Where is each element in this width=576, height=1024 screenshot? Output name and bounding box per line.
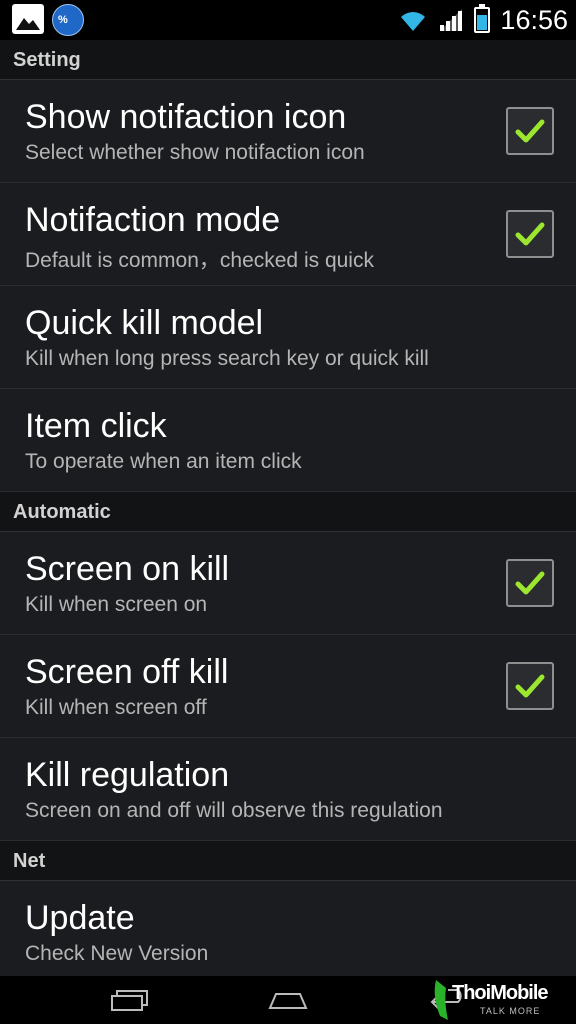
signal-icon bbox=[440, 9, 463, 31]
preference-summary: Screen on and off will observe this regu… bbox=[25, 799, 443, 822]
checkmark-icon bbox=[515, 571, 545, 595]
watermark-logo: ThoiMobile TALK MORE bbox=[430, 976, 570, 1024]
preference-title: Screen off kill bbox=[25, 653, 229, 691]
preference-summary: Select whether show notifaction icon bbox=[25, 141, 365, 164]
preference-summary: Default is common，checked is quick bbox=[25, 249, 374, 272]
wifi-icon bbox=[401, 12, 426, 31]
settings-list[interactable]: Setting Show notifaction icon Select wheth… bbox=[0, 40, 576, 976]
preference-item[interactable]: Screen off kill Kill when screen off bbox=[0, 635, 576, 738]
preference-title: Item click bbox=[25, 407, 167, 445]
preference-summary: Check New Version bbox=[25, 942, 209, 965]
preference-item[interactable]: Item click To operate when an item click bbox=[0, 389, 576, 492]
preference-title: Show notifaction icon bbox=[25, 98, 347, 136]
checkbox[interactable] bbox=[506, 107, 554, 155]
checkbox[interactable] bbox=[506, 210, 554, 258]
battery-icon bbox=[474, 4, 491, 33]
preference-summary: Kill when screen on bbox=[25, 593, 208, 616]
checkmark-icon bbox=[515, 119, 545, 143]
preference-item[interactable]: Show notifaction icon Select whether show… bbox=[0, 80, 576, 183]
checkmark-icon bbox=[515, 222, 545, 246]
system-icons: 16:56 bbox=[398, 4, 568, 36]
preference-title: Screen on kill bbox=[25, 550, 230, 588]
preference-title: Update bbox=[25, 899, 135, 937]
preference-summary: Kill when screen off bbox=[25, 696, 207, 719]
section-header: Net bbox=[0, 841, 576, 881]
preference-summary: Kill when long press search key or quick… bbox=[25, 347, 429, 370]
app-percent-icon: % bbox=[52, 4, 84, 36]
preference-item[interactable]: Update Check New Version bbox=[0, 881, 576, 976]
preference-title: Kill regulation bbox=[25, 756, 230, 794]
recent-apps-icon[interactable] bbox=[98, 984, 158, 1016]
preference-item[interactable]: Notifaction mode Default is common，checke… bbox=[0, 183, 576, 286]
watermark-tagline: TALK MORE bbox=[480, 1006, 541, 1016]
clock: 16:56 bbox=[500, 5, 568, 35]
app-icon-text: % bbox=[58, 14, 68, 26]
preference-summary: To operate when an item click bbox=[25, 450, 302, 473]
battery-fill bbox=[477, 14, 488, 30]
status-bar: % 16:56 bbox=[0, 0, 576, 40]
preference-item[interactable]: Quick kill model Kill when long press sea… bbox=[0, 286, 576, 389]
section-header: Automatic bbox=[0, 492, 576, 532]
section-header: Setting bbox=[0, 40, 576, 80]
preference-title: Notifaction mode bbox=[25, 201, 281, 239]
home-icon[interactable] bbox=[258, 984, 318, 1016]
notification-icons: % bbox=[12, 4, 84, 36]
preference-item[interactable]: Kill regulation Screen on and off will ob… bbox=[0, 738, 576, 841]
checkmark-icon bbox=[515, 674, 545, 698]
preference-title: Quick kill model bbox=[25, 304, 264, 342]
checkbox[interactable] bbox=[506, 559, 554, 607]
preference-item[interactable]: Screen on kill Kill when screen on bbox=[0, 532, 576, 635]
watermark-name: ThoiMobile bbox=[452, 982, 549, 1004]
checkbox[interactable] bbox=[506, 662, 554, 710]
gallery-icon bbox=[12, 4, 44, 34]
